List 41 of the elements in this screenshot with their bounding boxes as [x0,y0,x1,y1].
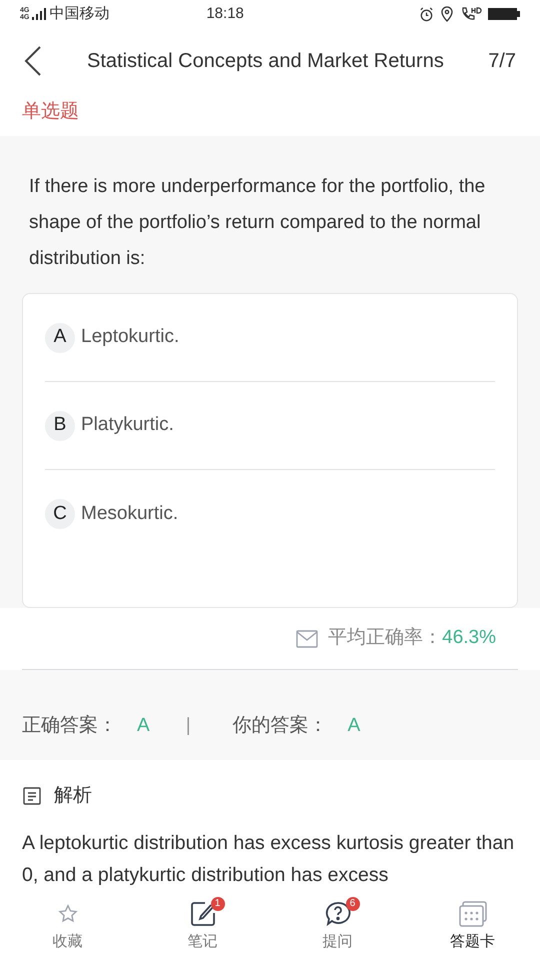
option-letter: C [45,499,75,529]
analysis-title: 解析 [54,784,92,808]
correct-answer-value: A [137,714,150,738]
accuracy-label: 平均正确率： [328,626,442,650]
document-icon [22,786,42,806]
option-text: Platykurtic. [81,413,174,438]
bottom-tab[interactable]: 答题卡 [405,898,540,954]
mail-icon [296,630,318,648]
location-icon [440,6,454,22]
answer-separator: | [186,714,191,738]
answer-option[interactable]: A Leptokurtic. [45,294,495,382]
question-bubble-icon [324,900,352,928]
question-counter: 7/7 [488,49,516,74]
page-title: Statistical Concepts and Market Returns [87,49,444,74]
alarm-icon [419,6,434,22]
battery-icon [488,7,520,21]
status-time: 18:18 [206,4,244,24]
signal-icon [32,7,46,21]
option-text: Leptokurtic. [81,325,180,350]
option-letter: B [45,410,75,440]
carrier-name: 中国移动 [49,4,110,24]
count-badge: 1 [210,896,224,911]
correct-answer-label: 正确答案： [22,714,117,738]
bottom-tab[interactable]: 1 笔记 [135,898,270,954]
star-icon [56,902,78,925]
note-icon [188,900,216,928]
your-answer-value: A [348,714,360,738]
your-answer-label: 你的答案： [232,714,328,738]
bottom-tab[interactable]: 6 提问 [270,898,405,954]
analysis-text: A leptokurtic distribution has excess kurtosis greater than 0, and a platykurtic distribution has excess [22,830,516,888]
hd-call-icon [460,6,482,22]
answer-card-icon [458,900,488,928]
answer-option[interactable]: C Mesokurtic. [45,470,495,558]
option-letter: A [45,322,75,352]
question-type: 单选题 [22,100,79,124]
answer-option[interactable]: B Platykurtic. [45,382,495,470]
accuracy-value: 46.3% [442,626,496,650]
count-badge: 6 [346,896,360,911]
option-text: Mesokurtic. [81,502,178,526]
bottom-tab[interactable]: 收藏 [0,898,135,954]
question-text: If there is more underperformance for the portfolio, the shape of the portfolio’s return compared to the normal distribution is: [28,175,486,271]
